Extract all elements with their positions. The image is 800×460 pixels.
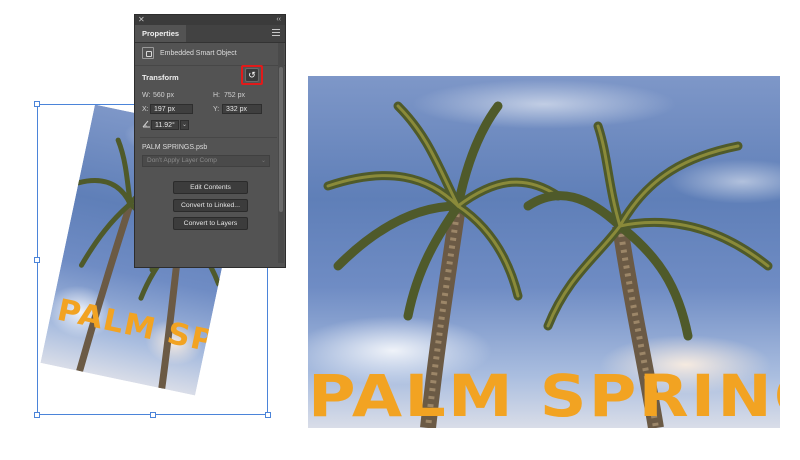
panel-menu-icon[interactable] bbox=[272, 29, 280, 38]
panel-scrollbar-thumb[interactable] bbox=[279, 67, 283, 212]
transform-heading: Transform bbox=[142, 73, 179, 82]
document-canvas: PALM SPRINGS bbox=[308, 76, 780, 428]
angle-field[interactable]: 11.92° bbox=[151, 120, 179, 130]
close-icon[interactable]: ✕ bbox=[138, 15, 145, 25]
handle-bottom-left[interactable] bbox=[34, 412, 40, 418]
panel-title-bar: ✕ ‹‹ bbox=[135, 15, 285, 25]
panel-tab-bar: Properties bbox=[135, 25, 285, 43]
x-label: X: bbox=[142, 106, 149, 113]
width-value[interactable]: 560 px bbox=[153, 92, 174, 99]
smart-object-icon bbox=[142, 47, 154, 59]
edit-contents-button[interactable]: Edit Contents bbox=[173, 181, 248, 194]
handle-bottom-right[interactable] bbox=[265, 412, 271, 418]
smart-object-row: Embedded Smart Object bbox=[135, 43, 285, 66]
height-label: H: bbox=[213, 92, 220, 99]
y-label: Y: bbox=[213, 106, 220, 113]
handle-top-left[interactable] bbox=[34, 101, 40, 107]
convert-to-linked-button[interactable]: Convert to Linked... bbox=[173, 199, 248, 212]
properties-panel: ✕ ‹‹ Properties Embedded Smart Object Tr… bbox=[134, 14, 286, 268]
layer-comp-dropdown[interactable]: Don't Apply Layer Comp ⌄ bbox=[142, 155, 270, 167]
convert-to-layers-button[interactable]: Convert to Layers bbox=[173, 217, 248, 230]
layer-comp-placeholder: Don't Apply Layer Comp bbox=[147, 157, 217, 164]
chevron-down-icon[interactable]: ⌄ bbox=[180, 120, 189, 130]
object-type-label: Embedded Smart Object bbox=[160, 50, 237, 57]
chevron-down-icon: ⌄ bbox=[260, 158, 266, 164]
angle-icon bbox=[142, 120, 150, 128]
width-label: W: bbox=[142, 92, 151, 99]
handle-bottom-center[interactable] bbox=[150, 412, 156, 418]
tab-properties[interactable]: Properties bbox=[135, 25, 187, 42]
handle-middle-left[interactable] bbox=[34, 257, 40, 263]
height-value[interactable]: 752 px bbox=[224, 92, 245, 99]
section-divider bbox=[140, 137, 277, 138]
palm-springs-title: PALM SPRINGS bbox=[308, 362, 780, 428]
highlight-annotation bbox=[241, 65, 263, 85]
linked-file-name: PALM SPRINGS.psb bbox=[142, 144, 208, 151]
x-position-field[interactable]: 197 px bbox=[150, 104, 193, 114]
y-position-field[interactable]: 332 px bbox=[222, 104, 262, 114]
collapse-icon[interactable]: ‹‹ bbox=[276, 15, 281, 25]
